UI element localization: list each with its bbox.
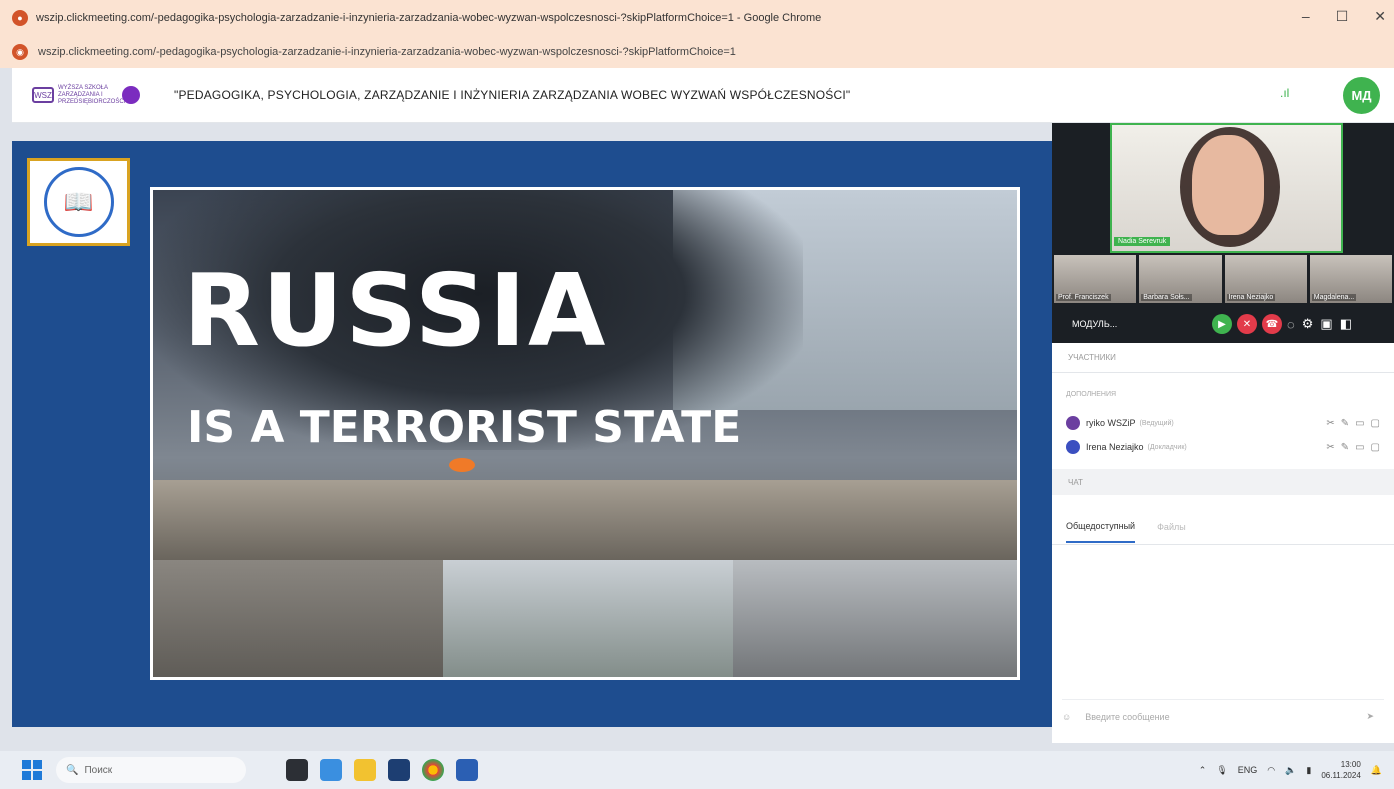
- mic-button[interactable]: ✕: [1237, 314, 1257, 334]
- participant-name: ryiko WSZiP: [1086, 418, 1136, 428]
- speaker-face: [1192, 135, 1264, 235]
- logo-circle-icon: [122, 86, 140, 104]
- app-header: WSZ WYŻSZA SZKOŁA ZARZĄDZANIA I PRZEDSIĘ…: [12, 68, 1394, 123]
- taskbar: 🔍 Поиск ⌃ 🎙 ENG ◠ 🔈 ▮ 13:00 06.11.2024 🔔: [0, 751, 1394, 789]
- microphone-icon[interactable]: 🎙: [1216, 765, 1227, 776]
- file-explorer-icon[interactable]: [354, 759, 376, 781]
- search-placeholder: Поиск: [84, 764, 113, 776]
- site-icon: ◉: [12, 44, 28, 60]
- video-thumbnail[interactable]: Prof. Franciszek: [1054, 255, 1137, 303]
- chat-header[interactable]: ЧАТ: [1052, 469, 1394, 495]
- windows-start-icon[interactable]: [22, 760, 42, 780]
- video-thumbnail[interactable]: Magdalena...: [1309, 255, 1392, 303]
- participant-avatar: [1066, 416, 1080, 430]
- speaker-name: Nadia Serevruk: [1114, 237, 1171, 246]
- video-thumbnails: Prof. Franciszek Barbara Sołs... Irena N…: [1052, 253, 1394, 305]
- address-bar[interactable]: ◉ wszip.clickmeeting.com/-pedagogika-psy…: [0, 36, 1394, 68]
- window-title: wszip.clickmeeting.com/-pedagogika-psych…: [36, 12, 822, 24]
- control-bar: МОДУЛЬ... ▶ ✕ ☎ ◌ ⚙ ▣ ◧: [1052, 305, 1394, 343]
- participant-name: Irena Neziajko: [1086, 442, 1144, 452]
- chevron-up-icon[interactable]: ⌃: [1199, 765, 1207, 776]
- participant-controls-icon[interactable]: ✂✎▭▢: [1326, 442, 1386, 453]
- emoji-icon[interactable]: ☺: [1062, 712, 1071, 722]
- chrome-icon: ●: [12, 10, 28, 26]
- slide-image: RUSSIA IS A TERRORIST STATE: [150, 187, 1020, 680]
- participant-role: (Докладчик): [1147, 443, 1187, 451]
- conference-title: "PEDAGOGIKA, PSYCHOLOGIA, ZARZĄDZANIE I …: [174, 88, 851, 102]
- user-avatar[interactable]: МД: [1343, 77, 1380, 114]
- notification-bell-icon[interactable]: 🔔: [1371, 765, 1382, 776]
- video-thumbnail[interactable]: Barbara Sołs...: [1139, 255, 1222, 303]
- store-icon[interactable]: [388, 759, 410, 781]
- participants-header[interactable]: УЧАСТНИКИ: [1052, 343, 1394, 373]
- chrome-taskbar-icon[interactable]: [422, 759, 444, 781]
- participants-section-label: ДОПОЛНЕНИЯ: [1066, 391, 1117, 398]
- chat-placeholder: Введите сообщение: [1085, 711, 1170, 722]
- search-icon: 🔍: [66, 764, 79, 776]
- browser-titlebar: ● wszip.clickmeeting.com/-pedagogika-psy…: [0, 0, 1394, 36]
- control-label: МОДУЛЬ...: [1072, 319, 1118, 329]
- slide-school-emblem: 📖: [27, 158, 130, 246]
- tab-public-chat[interactable]: Общедоступный: [1066, 511, 1136, 543]
- word-icon[interactable]: [456, 759, 478, 781]
- slide-headline: RUSSIA: [183, 252, 608, 369]
- leave-button[interactable]: ☎: [1262, 314, 1282, 334]
- window-controls: – ☐ ✕: [1302, 8, 1386, 25]
- task-view-icon[interactable]: [286, 759, 308, 781]
- send-icon[interactable]: ➤: [1366, 711, 1374, 722]
- maximize-button[interactable]: ☐: [1336, 8, 1349, 25]
- volume-icon[interactable]: 🔈: [1285, 765, 1296, 776]
- system-tray: ⌃ 🎙 ENG ◠ 🔈 ▮ 13:00 06.11.2024 🔔: [1199, 759, 1382, 781]
- photo-towers: [733, 560, 1017, 677]
- chat-label: ЧАТ: [1068, 477, 1083, 487]
- url-text[interactable]: wszip.clickmeeting.com/-pedagogika-psych…: [38, 46, 736, 58]
- chat-input[interactable]: ☺ Введите сообщение ➤: [1062, 699, 1384, 733]
- chat-tabs: Общедоступный Файлы: [1052, 509, 1394, 545]
- presentation-stage: 📖 RUSSIA IS A TERRORIST STATE: [12, 141, 1052, 727]
- photo-street: [443, 560, 733, 677]
- wifi-icon[interactable]: ◠: [1267, 765, 1275, 776]
- clock[interactable]: 13:00 06.11.2024: [1321, 759, 1360, 781]
- widgets-icon[interactable]: [320, 759, 342, 781]
- slide-buildings: [153, 480, 1017, 560]
- participant-row[interactable]: ryiko WSZiP (Ведущий) ✂✎▭▢: [1066, 413, 1386, 433]
- slide-photo-strip: [153, 560, 1017, 677]
- gear-icon[interactable]: ⚙: [1302, 316, 1314, 332]
- participant-controls-icon[interactable]: ✂✎▭▢: [1326, 418, 1386, 429]
- share-icon[interactable]: ▣: [1320, 316, 1332, 332]
- close-button[interactable]: ✕: [1374, 8, 1386, 25]
- logo-mark-icon: WSZ: [32, 87, 54, 103]
- video-thumbnail[interactable]: Irena Neziajko: [1224, 255, 1307, 303]
- stage-gap: [12, 123, 1052, 141]
- photo-ruined-building: [153, 560, 443, 677]
- main-video[interactable]: Nadia Serevruk: [1052, 123, 1394, 253]
- camera-button[interactable]: ▶: [1212, 314, 1232, 334]
- participant-avatar: [1066, 440, 1080, 454]
- participant-row[interactable]: Irena Neziajko (Докладчик) ✂✎▭▢: [1066, 437, 1386, 457]
- battery-icon[interactable]: ▮: [1306, 765, 1311, 776]
- participants-label: УЧАСТНИКИ: [1068, 353, 1116, 362]
- clock-date: 06.11.2024: [1321, 771, 1361, 780]
- slide-fire: [449, 458, 475, 472]
- layout-icon[interactable]: ◧: [1340, 316, 1352, 332]
- school-logo[interactable]: WSZ WYŻSZA SZKOŁA ZARZĄDZANIA I PRZEDSIĘ…: [32, 78, 142, 112]
- speaker-video[interactable]: Nadia Serevruk: [1110, 123, 1343, 253]
- tab-files[interactable]: Файлы: [1157, 522, 1186, 532]
- logo-text: WYŻSZA SZKOŁA ZARZĄDZANIA I PRZEDSIĘBIOR…: [58, 84, 126, 105]
- participant-role: (Ведущий): [1139, 419, 1174, 427]
- minimize-button[interactable]: –: [1302, 8, 1310, 25]
- signal-icon: .ıl: [1280, 86, 1290, 100]
- side-panel: Nadia Serevruk Prof. Franciszek Barbara …: [1052, 123, 1394, 743]
- chat-icon[interactable]: ◌: [1287, 317, 1295, 332]
- book-icon: 📖: [43, 167, 114, 237]
- clock-time: 13:00: [1340, 760, 1361, 769]
- slide-subline: IS A TERRORIST STATE: [187, 402, 742, 453]
- language-indicator[interactable]: ENG: [1238, 765, 1258, 775]
- taskbar-search[interactable]: 🔍 Поиск: [56, 757, 246, 783]
